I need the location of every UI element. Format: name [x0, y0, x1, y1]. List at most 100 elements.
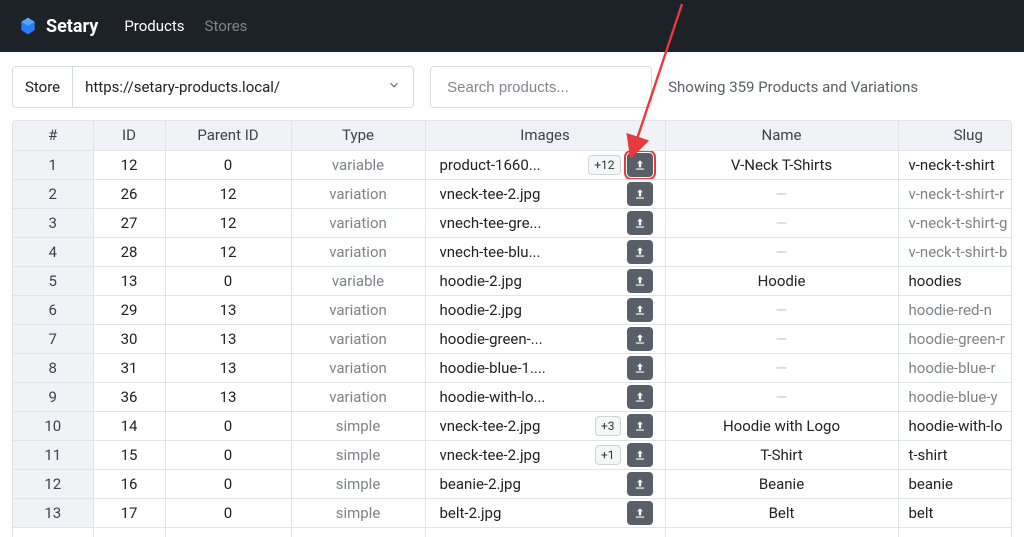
cell-name[interactable]: T-Shirt [665, 440, 898, 469]
cell-slug[interactable]: v-neck-t-shirt [898, 150, 1012, 179]
cell-id[interactable]: 28 [93, 237, 165, 266]
cell-slug[interactable]: belt [898, 498, 1012, 527]
table-row[interactable]: 12160simplebeanie-2.jpgBeaniebeanie [13, 469, 1012, 498]
cell-name[interactable]: — [665, 382, 898, 411]
cell-id[interactable]: 17 [93, 498, 165, 527]
cell-name[interactable]: — [665, 295, 898, 324]
cell-images[interactable]: vnech-tee-blu... [425, 237, 665, 266]
cell-parent-id[interactable]: 13 [165, 353, 291, 382]
table-row[interactable]: 10140simplevneck-tee-2.jpg+3Hoodie with … [13, 411, 1012, 440]
col-header-num[interactable]: # [13, 121, 93, 150]
cell-images[interactable]: belt-2.jpg [425, 498, 665, 527]
upload-image-button[interactable] [627, 240, 653, 264]
cell-images[interactable]: vnech-tee-gre... [425, 208, 665, 237]
nav-stores[interactable]: Stores [205, 17, 248, 35]
upload-image-button[interactable] [627, 182, 653, 206]
col-header-images[interactable]: Images [425, 121, 665, 150]
upload-image-button[interactable] [627, 472, 653, 496]
cell-name[interactable]: — [665, 208, 898, 237]
upload-image-button[interactable] [627, 501, 653, 525]
cell-parent-id[interactable]: 13 [165, 324, 291, 353]
cell-slug[interactable]: hoodie-green-r [898, 324, 1012, 353]
cell-slug[interactable]: v-neck-t-shirt-b [898, 237, 1012, 266]
table-row[interactable]: 11150simplevneck-tee-2.jpg+1T-Shirtt-shi… [13, 440, 1012, 469]
cell-images[interactable]: beanie-2.jpg [425, 469, 665, 498]
upload-image-button[interactable] [627, 443, 653, 467]
nav-products[interactable]: Products [124, 17, 184, 35]
cell-id[interactable]: 29 [93, 295, 165, 324]
cell-name[interactable]: — [665, 353, 898, 382]
cell-images[interactable]: product-1660...+12 [425, 150, 665, 179]
cell-images[interactable]: hoodie-with-lo... [425, 382, 665, 411]
cell-images[interactable]: vneck-tee-2.jpg+1 [425, 440, 665, 469]
cell-parent-id[interactable]: 0 [165, 440, 291, 469]
cell-id[interactable]: 13 [93, 266, 165, 295]
col-header-slug[interactable]: Slug [898, 121, 1012, 150]
cell-parent-id[interactable]: 12 [165, 208, 291, 237]
upload-image-button[interactable] [627, 298, 653, 322]
cell-type[interactable]: simple [291, 469, 425, 498]
cell-type[interactable]: simple [291, 440, 425, 469]
search-box[interactable] [430, 66, 652, 108]
cell-id[interactable]: 12 [93, 150, 165, 179]
cell-slug[interactable]: hoodie-blue-r [898, 353, 1012, 382]
cell-images[interactable]: hoodie-blue-1.... [425, 353, 665, 382]
upload-image-button[interactable] [627, 385, 653, 409]
cell-images[interactable]: vneck-tee-2.jpg+3 [425, 411, 665, 440]
cell-type[interactable]: simple [291, 498, 425, 527]
upload-image-button[interactable] [627, 211, 653, 235]
cell-id[interactable]: 27 [93, 208, 165, 237]
cell-type[interactable]: variation [291, 324, 425, 353]
table-row[interactable]: 22612variationvneck-tee-2.jpg—v-neck-t-s… [13, 179, 1012, 208]
upload-image-button[interactable] [627, 327, 653, 351]
cell-name[interactable]: — [665, 324, 898, 353]
cell-id[interactable]: 16 [93, 469, 165, 498]
cell-images[interactable]: hoodie-green-... [425, 324, 665, 353]
cell-type[interactable]: variation [291, 208, 425, 237]
cell-name[interactable]: — [665, 179, 898, 208]
cell-id[interactable]: 30 [93, 324, 165, 353]
table-row[interactable]: 83113variationhoodie-blue-1....—hoodie-b… [13, 353, 1012, 382]
table-row[interactable]: 93613variationhoodie-with-lo...—hoodie-b… [13, 382, 1012, 411]
cell-id[interactable]: 31 [93, 353, 165, 382]
table-row[interactable]: 73013variationhoodie-green-...—hoodie-gr… [13, 324, 1012, 353]
table-row[interactable]: 5130variablehoodie-2.jpgHoodiehoodies [13, 266, 1012, 295]
cell-parent-id[interactable]: 12 [165, 237, 291, 266]
cell-id[interactable]: 15 [93, 440, 165, 469]
cell-slug[interactable]: hoodies [898, 266, 1012, 295]
cell-slug[interactable]: t-shirt [898, 440, 1012, 469]
cell-parent-id[interactable]: 13 [165, 382, 291, 411]
cell-slug[interactable]: hoodie-with-lo [898, 411, 1012, 440]
cell-name[interactable]: Beanie [665, 469, 898, 498]
col-header-name[interactable]: Name [665, 121, 898, 150]
cell-parent-id[interactable]: 0 [165, 498, 291, 527]
cell-parent-id[interactable]: 0 [165, 150, 291, 179]
brand[interactable]: Setary [18, 16, 98, 37]
col-header-id[interactable]: ID [93, 121, 165, 150]
store-selector[interactable]: Store https://setary-products.local/ [12, 66, 414, 108]
cell-type[interactable]: variation [291, 382, 425, 411]
cell-id[interactable]: 36 [93, 382, 165, 411]
search-input[interactable] [445, 78, 637, 97]
cell-name[interactable]: Belt [665, 498, 898, 527]
upload-image-button[interactable] [627, 269, 653, 293]
cell-slug[interactable]: beanie [898, 469, 1012, 498]
table-row[interactable]: 42812variationvnech-tee-blu...—v-neck-t-… [13, 237, 1012, 266]
cell-id[interactable]: 26 [93, 179, 165, 208]
table-row[interactable]: 32712variationvnech-tee-gre...—v-neck-t-… [13, 208, 1012, 237]
upload-image-button[interactable] [627, 356, 653, 380]
cell-name[interactable]: Hoodie with Logo [665, 411, 898, 440]
cell-parent-id[interactable]: 0 [165, 266, 291, 295]
cell-parent-id[interactable]: 12 [165, 179, 291, 208]
cell-images[interactable]: vneck-tee-2.jpg [425, 179, 665, 208]
table-row[interactable]: 13170simplebelt-2.jpgBeltbelt [13, 498, 1012, 527]
cell-name[interactable]: Hoodie [665, 266, 898, 295]
table-row[interactable]: 62913variationhoodie-2.jpg—hoodie-red-n [13, 295, 1012, 324]
cell-name[interactable]: V-Neck T-Shirts [665, 150, 898, 179]
cell-slug[interactable]: v-neck-t-shirt-g [898, 208, 1012, 237]
cell-parent-id[interactable]: 13 [165, 295, 291, 324]
cell-id[interactable]: 14 [93, 411, 165, 440]
cell-type[interactable]: variation [291, 179, 425, 208]
store-select[interactable]: https://setary-products.local/ [73, 67, 413, 107]
cell-type[interactable]: variation [291, 353, 425, 382]
